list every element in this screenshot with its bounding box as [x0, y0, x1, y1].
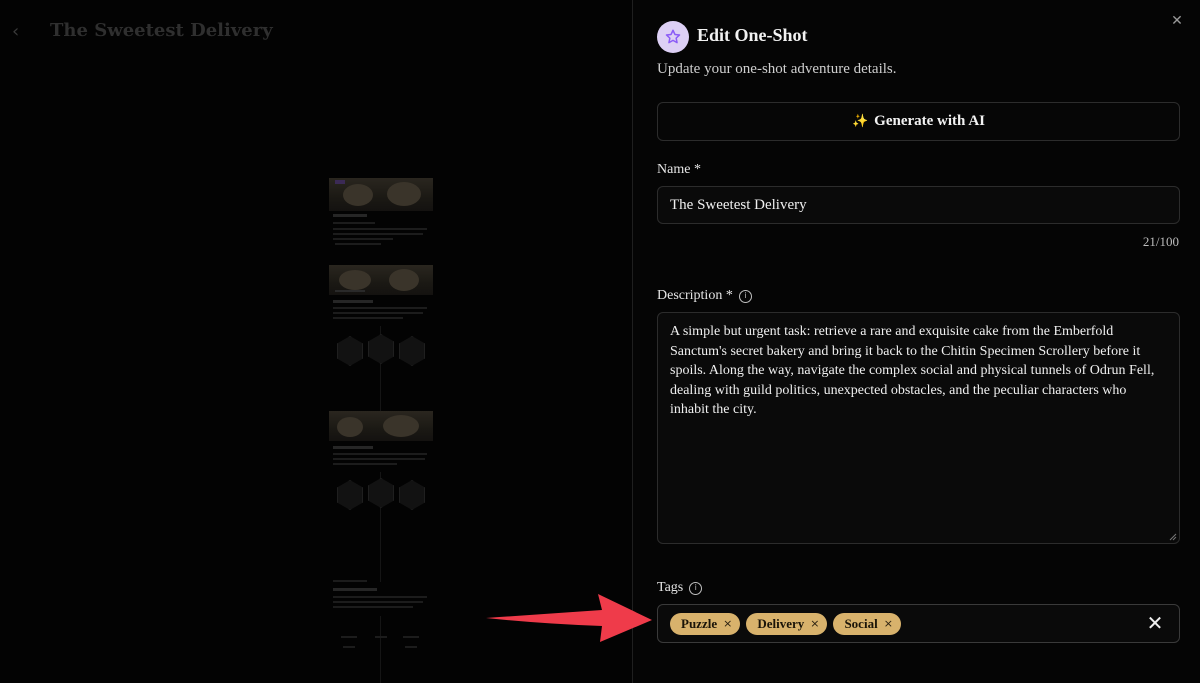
- edit-one-shot-panel: ✕ Edit One-Shot Update your one-shot adv…: [632, 0, 1200, 683]
- description-label: Description * i: [657, 288, 752, 304]
- preview-image: [329, 411, 433, 441]
- background-page: ‹ The Sweetest Delivery: [0, 0, 632, 683]
- clear-tags-icon[interactable]: ✕: [1145, 613, 1165, 633]
- chevron-left-icon[interactable]: ‹: [12, 23, 28, 41]
- name-input[interactable]: The Sweetest Delivery: [657, 186, 1180, 224]
- panel-subtitle: Update your one-shot adventure details.: [657, 61, 897, 77]
- remove-tag-icon[interactable]: ×: [723, 617, 732, 630]
- panel-title: Edit One-Shot: [697, 25, 808, 45]
- tag-chip-delivery[interactable]: Delivery ×: [746, 612, 828, 635]
- page-title: The Sweetest Delivery: [50, 20, 273, 41]
- star-icon: [657, 21, 689, 53]
- resize-grip-icon[interactable]: [1169, 533, 1177, 541]
- info-icon[interactable]: i: [738, 289, 752, 303]
- remove-tag-icon[interactable]: ×: [810, 617, 819, 630]
- tags-input[interactable]: Puzzle × Delivery × Social × ✕: [657, 604, 1180, 643]
- tag-chip-social[interactable]: Social ×: [833, 612, 901, 635]
- generate-button-label: Generate with AI: [874, 113, 985, 129]
- sparkles-icon: ✨: [851, 114, 869, 129]
- description-text: A simple but urgent task: retrieve a rar…: [670, 324, 1155, 417]
- close-icon[interactable]: ✕: [1169, 11, 1185, 31]
- page-preview: [329, 176, 433, 683]
- tag-chip-puzzle[interactable]: Puzzle ×: [670, 612, 741, 635]
- name-label: Name *: [657, 162, 701, 177]
- generate-with-ai-button[interactable]: ✨ Generate with AI: [657, 102, 1180, 141]
- info-icon[interactable]: i: [689, 581, 703, 595]
- tags-label: Tags i: [657, 580, 703, 596]
- annotation-arrow-icon: [486, 594, 652, 642]
- name-char-counter: 21/100: [1142, 234, 1179, 249]
- remove-tag-icon[interactable]: ×: [884, 617, 893, 630]
- description-textarea[interactable]: A simple but urgent task: retrieve a rar…: [657, 312, 1180, 544]
